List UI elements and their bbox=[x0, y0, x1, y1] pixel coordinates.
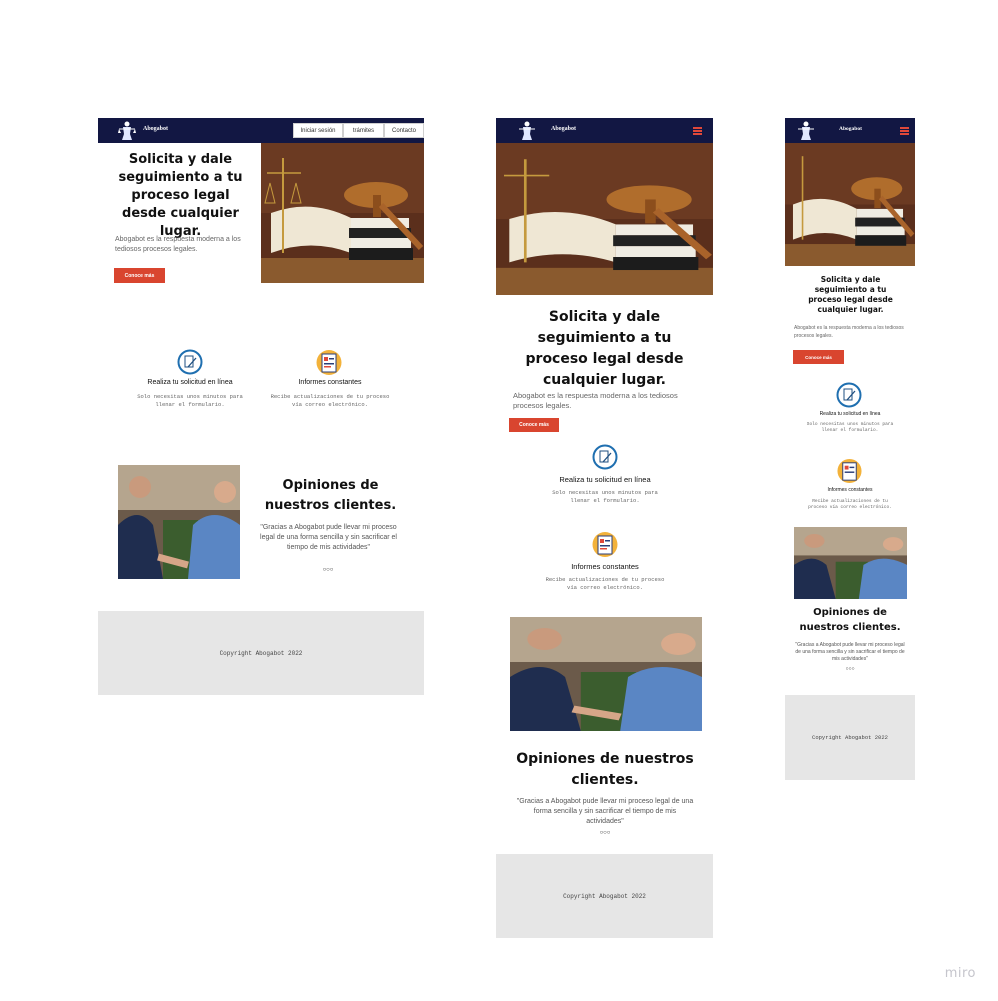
hero-cta-button[interactable]: Conoce más bbox=[793, 350, 844, 364]
navbar: Abogabot bbox=[785, 118, 915, 143]
lady-justice-logo-icon bbox=[798, 121, 814, 140]
brand-name[interactable]: Abogabot bbox=[143, 126, 168, 132]
hero-cta-button[interactable]: Conoce más bbox=[114, 268, 165, 283]
testimonial-quote: "Gracias a Abogabot pude llevar mi proce… bbox=[260, 524, 397, 551]
testimonials-title: Opiniones de nuestros clientes. bbox=[516, 751, 694, 788]
feature-reports-desc: Recibe actualizaciones de tu proceso vía… bbox=[545, 576, 665, 591]
hero-text: Abogabot es la respuesta moderna a los t… bbox=[513, 391, 678, 410]
tablet-frame: Abogabot Solicita y dale seguimiento a t… bbox=[496, 118, 713, 938]
lady-justice-logo-icon bbox=[519, 121, 535, 140]
footer: Copyright Abogabot 2022 bbox=[496, 854, 713, 938]
nav-contact-button[interactable]: Contacto bbox=[384, 123, 424, 138]
mobile-frame: Abogabot Solicita y dale seguimiento a t… bbox=[785, 118, 915, 780]
carousel-dots[interactable]: ○○○ bbox=[312, 567, 344, 573]
feature-reports-title: Informes constantes bbox=[827, 487, 873, 493]
feature-reports-title: Informes constantes bbox=[298, 379, 362, 386]
footer: Copyright Abogabot 2022 bbox=[785, 695, 915, 780]
testimonial-quote: "Gracias a Abogabot pude llevar mi proce… bbox=[516, 798, 694, 825]
miro-watermark: miro bbox=[944, 966, 976, 981]
footer: Copyright Abogabot 2022 bbox=[98, 611, 424, 695]
hero-title: Solicita y dale seguimiento a tu proceso… bbox=[118, 152, 243, 239]
carousel-dots[interactable]: ○○○ bbox=[835, 666, 865, 672]
navbar: Abogabot bbox=[496, 118, 713, 143]
handshake-photo bbox=[118, 465, 240, 579]
carousel-dots[interactable]: ○○○ bbox=[589, 830, 621, 836]
hero-title: Solicita y dale seguimiento a tu proceso… bbox=[808, 275, 893, 314]
brand-name[interactable]: Abogabot bbox=[551, 126, 576, 132]
nav-tramites-button[interactable]: trámites bbox=[343, 123, 384, 138]
handshake-photo bbox=[510, 617, 702, 731]
feature-online-title: Realiza tu solicitud en línea bbox=[147, 379, 233, 386]
hero-gavel-image bbox=[785, 143, 915, 266]
feature-online-desc: Solo necesitas unos minutos para llenar … bbox=[806, 422, 894, 433]
testimonial-quote: "Gracias a Abogabot pude llevar mi proce… bbox=[795, 642, 905, 662]
footer-copyright: Copyright Abogabot 2022 bbox=[563, 892, 646, 900]
brand-name[interactable]: Abogabot bbox=[839, 126, 862, 132]
hero-cta-button[interactable]: Conoce más bbox=[509, 418, 559, 432]
feature-online-title: Realiza tu solicitud en línea bbox=[559, 475, 651, 484]
testimonials-title: Opiniones de nuestros clientes. bbox=[799, 607, 901, 633]
feature-online-title: Realiza tu solicitud en línea bbox=[819, 411, 881, 417]
footer-copyright: Copyright Abogabot 2022 bbox=[219, 649, 303, 657]
footer-copyright: Copyright Abogabot 2022 bbox=[812, 734, 888, 741]
feature-reports-title: Informes constantes bbox=[571, 562, 639, 571]
navbar: Abogabot Iniciar sesión trámites Contact… bbox=[98, 118, 424, 143]
report-chart-icon bbox=[592, 532, 618, 557]
hero-text: Abogabot es la respuesta moderna a los t… bbox=[115, 236, 241, 253]
nav-login-button[interactable]: Iniciar sesión bbox=[293, 123, 343, 138]
feature-online-desc: Solo necesitas unos minutos para llenar … bbox=[552, 489, 658, 504]
document-pen-icon bbox=[592, 444, 618, 470]
handshake-photo bbox=[794, 527, 907, 599]
document-pen-icon bbox=[177, 349, 203, 375]
hero-gavel-image bbox=[496, 143, 713, 295]
report-chart-icon bbox=[837, 458, 862, 484]
document-pen-icon bbox=[836, 382, 862, 408]
hero-text: Abogabot es la respuesta moderna a los t… bbox=[794, 325, 904, 339]
report-chart-icon bbox=[316, 350, 342, 375]
lady-justice-logo-icon bbox=[118, 121, 136, 140]
hamburger-menu-icon[interactable] bbox=[900, 127, 909, 135]
testimonials-title: Opiniones de nuestros clientes. bbox=[264, 478, 397, 513]
feature-reports-desc: Recibe actualizaciones de tu proceso vía… bbox=[270, 393, 390, 408]
hero-gavel-image bbox=[261, 143, 424, 283]
hamburger-menu-icon[interactable] bbox=[693, 127, 702, 135]
feature-reports-desc: Recibe actualizaciones de tu proceso vía… bbox=[808, 499, 892, 510]
hero-title: Solicita y dale seguimiento a tu proceso… bbox=[525, 309, 684, 388]
feature-online-desc: Solo necesitas unos minutos para llenar … bbox=[137, 393, 243, 408]
desktop-frame: Abogabot Iniciar sesión trámites Contact… bbox=[98, 118, 424, 695]
